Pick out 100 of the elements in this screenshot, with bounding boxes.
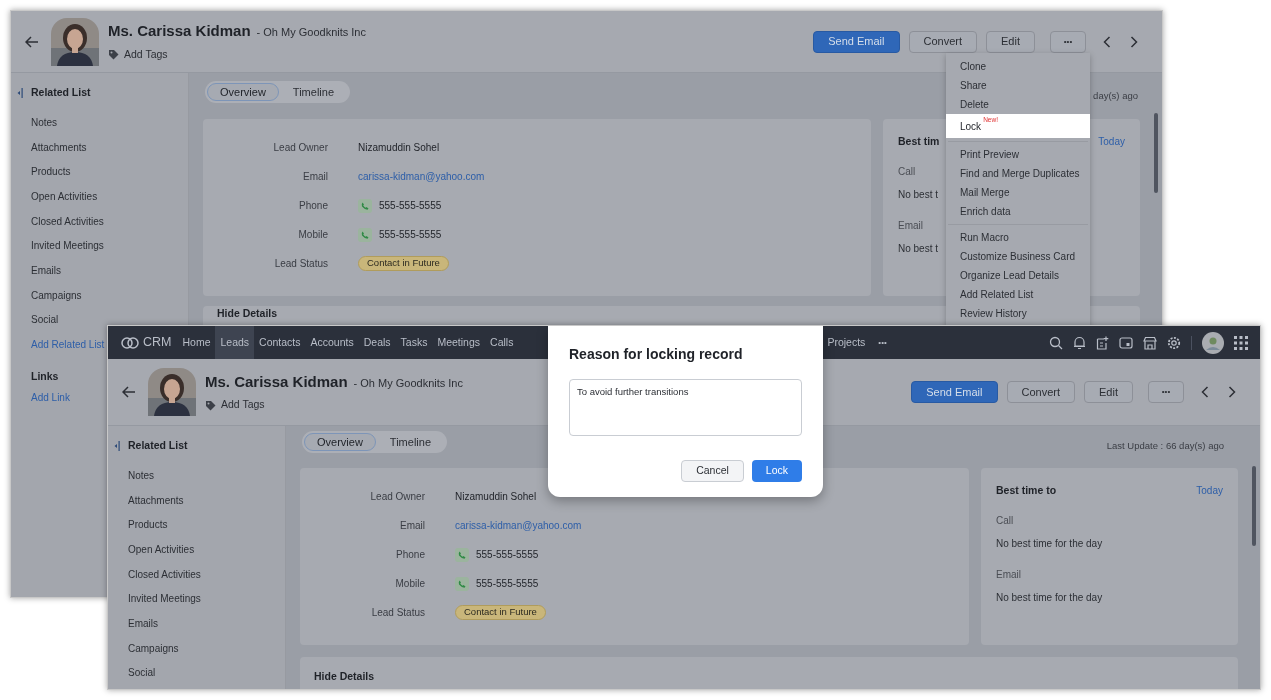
add-tags-link[interactable]: Add Tags xyxy=(205,397,463,414)
sidebar-item[interactable]: Closed Activities xyxy=(31,211,104,232)
menu-item[interactable]: Share xyxy=(946,76,1090,95)
tab[interactable]: Timeline xyxy=(375,433,445,451)
field-label: Email xyxy=(302,170,328,184)
action-button[interactable]: Send Email xyxy=(911,381,998,403)
user-avatar-icon xyxy=(1202,331,1224,354)
menu-item[interactable]: Print Preview xyxy=(946,145,1090,164)
menu-item[interactable]: Mail Merge xyxy=(946,183,1090,202)
section-toggle[interactable]: Hide Details xyxy=(217,307,278,319)
sidebar-item[interactable]: Attachments xyxy=(128,490,184,511)
calendar-icon xyxy=(1119,336,1133,349)
sidebar-item[interactable]: Products xyxy=(31,161,71,182)
phone-number: 555-555-5555 xyxy=(476,577,539,591)
nav-tab[interactable]: Projects xyxy=(822,326,871,359)
dialog-button[interactable]: Cancel xyxy=(681,460,744,482)
action-button[interactable]: Edit xyxy=(986,30,1035,53)
action-button[interactable]: Edit xyxy=(1084,381,1133,403)
field-label: Phone xyxy=(395,548,425,562)
menu-item[interactable]: Enrich data xyxy=(946,202,1090,221)
menu-item[interactable]: Run Macro xyxy=(946,228,1090,247)
sidebar-item[interactable]: Invited Meetings xyxy=(128,588,201,609)
status-badge: Contact in Future xyxy=(358,256,449,271)
nav-tab[interactable]: Tasks xyxy=(395,326,433,359)
last-update-text: Last Update : 66 day(s) ago xyxy=(1106,438,1224,453)
field-label: Lead Owner xyxy=(272,141,328,155)
collapse-icon xyxy=(17,88,23,98)
tab[interactable]: Overview xyxy=(304,433,376,451)
sidebar-item[interactable]: Campaigns xyxy=(31,285,82,306)
phone-number: 555-555-5555 xyxy=(379,228,442,242)
nav-tab[interactable]: Contacts xyxy=(254,326,306,359)
tab[interactable]: Overview xyxy=(207,83,279,101)
phone-icon xyxy=(358,198,372,213)
sidebar-item[interactable]: Closed Activities xyxy=(128,564,201,585)
time-value: No best t xyxy=(898,187,939,202)
scrollbar[interactable] xyxy=(1252,466,1256,546)
card-title: Best tim xyxy=(898,134,940,149)
menu-item[interactable]: Lock $^{New!}$ xyxy=(946,114,1090,138)
menu-item[interactable]: Organize Lead Details xyxy=(946,266,1090,285)
field-label: Lead Status xyxy=(273,257,328,271)
record-name: Ms. Carissa Kidman xyxy=(108,21,251,42)
action-button[interactable]: Send Email xyxy=(813,30,900,53)
dialog-title: Reason for locking record xyxy=(569,345,744,364)
phone-number: 555-555-5555 xyxy=(379,199,442,213)
sidebar-item[interactable]: Products xyxy=(128,514,168,535)
dialog-button[interactable]: Lock xyxy=(751,460,802,482)
phone-number: 555-555-5555 xyxy=(476,548,539,562)
sidebar-item[interactable]: Emails xyxy=(31,260,61,281)
phone-icon xyxy=(455,576,469,591)
tag-icon xyxy=(108,49,119,61)
nav-tab[interactable]: Leads xyxy=(215,326,255,359)
nav-tab[interactable]: Accounts xyxy=(305,326,359,359)
nav-tab[interactable]: Meetings xyxy=(432,326,486,359)
last-update-text: day(s) ago xyxy=(1093,88,1138,103)
tab[interactable]: Timeline xyxy=(278,83,348,101)
reason-field[interactable]: To avoid further transitions xyxy=(569,379,802,436)
menu-item[interactable]: Review History xyxy=(946,304,1090,323)
more-button[interactable]: ••• xyxy=(1050,30,1086,53)
scrollbar[interactable] xyxy=(1154,113,1158,193)
section-title: Links xyxy=(31,368,59,384)
sidebar-item[interactable]: Campaigns xyxy=(128,638,179,659)
field-label: Mobile xyxy=(297,228,328,242)
nav-tab[interactable]: Calls xyxy=(485,326,519,359)
menu-item[interactable]: Clone xyxy=(946,57,1090,76)
sidebar-item[interactable]: Emails xyxy=(128,613,158,634)
section-title: Related List xyxy=(31,85,91,101)
sidebar-item[interactable]: Open Activities xyxy=(128,539,195,560)
menu-item[interactable]: Find and Merge Duplicates xyxy=(946,164,1090,183)
sidebar-item[interactable]: Notes xyxy=(128,465,155,486)
logo-icon xyxy=(120,336,140,349)
sidebar-item[interactable]: Attachments xyxy=(31,137,87,158)
field-label: Lead Status xyxy=(370,606,425,620)
more-button[interactable]: ••• xyxy=(1148,381,1184,403)
app-grid-icon xyxy=(1234,335,1248,350)
menu-item[interactable]: Customize Business Card xyxy=(946,247,1090,266)
nav-tab[interactable]: Deals xyxy=(358,326,396,359)
nav-tab[interactable]: Home xyxy=(177,326,216,359)
next-icon xyxy=(1228,386,1236,398)
store-icon xyxy=(1143,335,1157,350)
sidebar-item[interactable]: Notes xyxy=(31,112,58,133)
collapse-icon xyxy=(114,441,120,451)
time-label: Email xyxy=(898,218,923,233)
menu-item[interactable]: Delete xyxy=(946,95,1090,114)
menu-item[interactable]: Add Related List xyxy=(946,285,1090,304)
add-note-icon xyxy=(1096,335,1109,350)
sidebar-item[interactable]: Invited Meetings xyxy=(31,235,104,256)
card-title: Best time to xyxy=(996,483,1057,498)
sidebar-item[interactable]: Open Activities xyxy=(31,186,98,207)
more-menu-button[interactable]: ••• xyxy=(878,336,887,349)
time-value: No best t xyxy=(898,241,939,256)
back-arrow-icon xyxy=(25,35,39,48)
add-tags-link[interactable]: Add Tags xyxy=(108,46,366,63)
section-toggle[interactable]: Hide Details xyxy=(314,670,375,682)
previous-icon xyxy=(1201,386,1209,398)
field-value: Nizamuddin Sohel xyxy=(455,490,537,504)
sidebar-item[interactable]: Social xyxy=(128,662,156,683)
sidebar-item[interactable]: Social xyxy=(31,309,59,330)
action-button[interactable]: Convert xyxy=(1006,381,1076,403)
previous-icon xyxy=(1103,35,1111,48)
action-button[interactable]: Convert xyxy=(908,30,978,53)
